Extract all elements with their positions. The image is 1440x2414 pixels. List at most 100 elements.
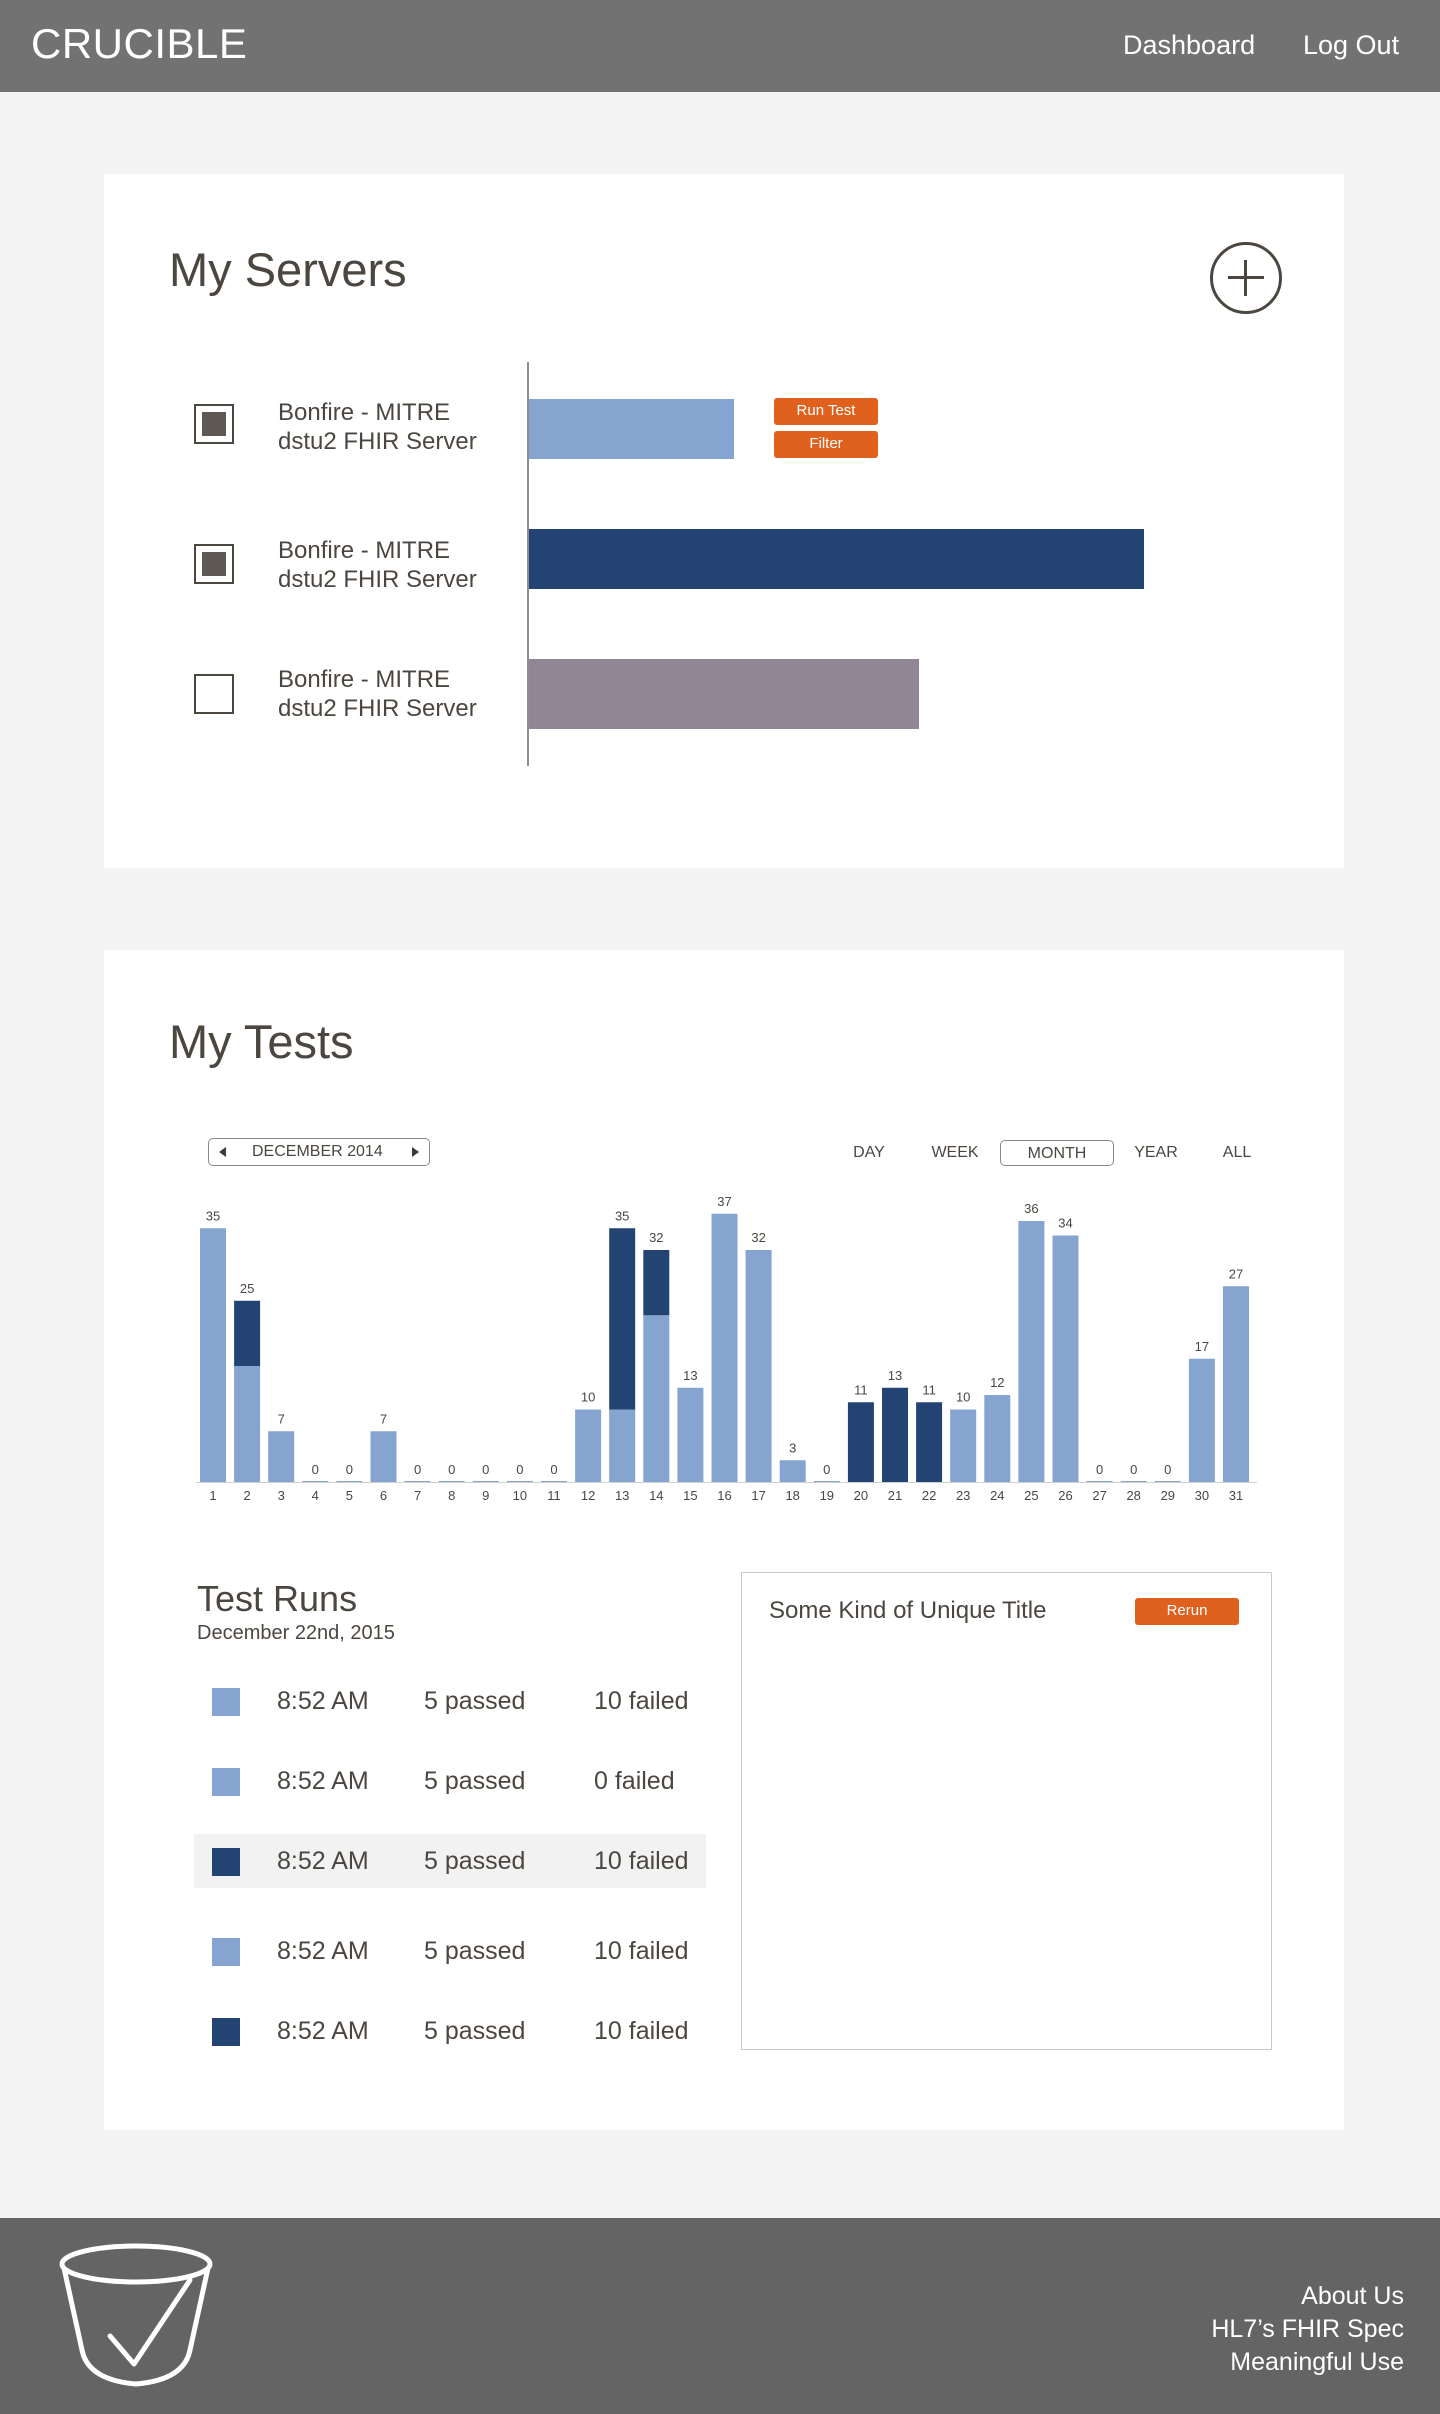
test-run-row[interactable]: 8:52 AM 5 passed 10 failed — [194, 1834, 706, 1888]
server-checkbox-2[interactable] — [194, 544, 234, 584]
run-detail-panel: Some Kind of Unique Title Rerun — [741, 1572, 1272, 2050]
chart-bar-day-15-series-1[interactable] — [677, 1387, 704, 1482]
server-subtitle: dstu2 FHIR Server — [278, 428, 477, 455]
chart-bar-day-23-series-1[interactable] — [950, 1409, 977, 1483]
chart-data-label: 27 — [1229, 1266, 1243, 1281]
daily-tests-chart: 3512527304057607080901001110123513321413… — [196, 1194, 1258, 1503]
chart-tick-label: 6 — [380, 1488, 387, 1503]
chart-data-label: 13 — [683, 1368, 697, 1383]
chart-bar-day-24-series-1[interactable] — [984, 1395, 1011, 1482]
chart-tick-label: 20 — [854, 1488, 868, 1503]
chart-bar-day-25-series-1[interactable] — [1018, 1221, 1045, 1482]
run-passed: 5 passed — [424, 1767, 526, 1795]
nav-dashboard-link[interactable]: Dashboard — [1123, 30, 1255, 61]
chart-tick-label: 14 — [649, 1488, 663, 1503]
chart-data-label: 0 — [823, 1462, 830, 1477]
chart-bar-day-12-series-1[interactable] — [575, 1409, 602, 1483]
test-run-row[interactable]: 8:52 AM 5 passed 10 failed — [194, 1674, 706, 1728]
chart-data-label: 0 — [482, 1462, 489, 1477]
server-subtitle: dstu2 FHIR Server — [278, 566, 477, 593]
run-status-swatch — [212, 2018, 240, 2046]
chart-bar-day-17-series-1[interactable] — [745, 1250, 772, 1482]
chart-data-label: 0 — [1164, 1462, 1171, 1477]
run-time: 8:52 AM — [277, 1687, 369, 1715]
chart-bar-day-6-series-1[interactable] — [370, 1431, 397, 1482]
chart-bar-day-30-series-1[interactable] — [1188, 1358, 1215, 1482]
server-checkbox-3[interactable] — [194, 674, 234, 714]
chart-data-label: 13 — [888, 1368, 902, 1383]
top-navbar: CRUCIBLE Dashboard Log Out — [0, 0, 1440, 92]
server-bar-2[interactable] — [529, 529, 1144, 589]
run-test-button[interactable]: Run Test — [774, 398, 878, 425]
chart-bar-day-2-series-1[interactable] — [234, 1366, 261, 1482]
chart-bar-day-21-series-2[interactable] — [882, 1387, 908, 1482]
chart-data-label: 0 — [1096, 1462, 1103, 1477]
crucible-check-icon[interactable] — [58, 2240, 214, 2390]
run-passed: 5 passed — [424, 1687, 526, 1715]
test-run-row[interactable]: 8:52 AM 5 passed 10 failed — [194, 2004, 706, 2058]
rerun-button[interactable]: Rerun — [1135, 1598, 1239, 1625]
chart-tick-label: 26 — [1058, 1488, 1072, 1503]
chart-bar-day-31-series-1[interactable] — [1223, 1286, 1249, 1482]
chart-bar-day-2-series-2[interactable] — [234, 1300, 261, 1366]
footer-meaningful-use-link[interactable]: Meaningful Use — [1230, 2348, 1404, 2377]
footer: About Us HL7’s FHIR Spec Meaningful Use — [0, 2218, 1440, 2414]
chart-data-label: 0 — [1130, 1462, 1137, 1477]
chart-bar-day-26-series-1[interactable] — [1052, 1235, 1079, 1483]
chart-tick-label: 7 — [414, 1488, 421, 1503]
server-name: Bonfire - MITRE — [278, 399, 451, 426]
chart-data-label: 32 — [649, 1230, 663, 1245]
chart-data-label: 34 — [1058, 1216, 1072, 1231]
chart-tick-label: 27 — [1092, 1488, 1106, 1503]
chart-bar-day-3-series-1[interactable] — [268, 1431, 295, 1482]
chart-bar-day-1-series-1[interactable] — [200, 1228, 226, 1482]
run-failed: 10 failed — [594, 2017, 689, 2045]
chart-tick-label: 25 — [1024, 1488, 1038, 1503]
chart-tick-label: 21 — [888, 1488, 902, 1503]
servers-card: My Servers Bonfire - MITRE dstu2 FHIR Se… — [104, 174, 1344, 868]
server-label-1: Bonfire - MITRE dstu2 FHIR Server — [278, 398, 518, 456]
chart-bar-day-18-series-1[interactable] — [779, 1460, 806, 1482]
chart-data-label: 17 — [1195, 1339, 1209, 1354]
brand-logo[interactable]: CRUCIBLE — [31, 20, 247, 68]
chart-data-label: 0 — [550, 1462, 557, 1477]
server-name: Bonfire - MITRE — [278, 537, 451, 564]
add-server-button[interactable] — [1210, 242, 1282, 314]
server-bar-3[interactable] — [529, 659, 919, 729]
chart-data-label: 7 — [278, 1411, 285, 1426]
chart-bar-day-16-series-1[interactable] — [711, 1213, 738, 1482]
chart-tick-label: 13 — [615, 1488, 629, 1503]
footer-fhir-spec-link[interactable]: HL7’s FHIR Spec — [1211, 2315, 1404, 2344]
test-run-row[interactable]: 8:52 AM 5 passed 0 failed — [194, 1754, 706, 1808]
chart-data-label: 11 — [922, 1382, 936, 1397]
server-name: Bonfire - MITRE — [278, 666, 451, 693]
chart-data-label: 11 — [854, 1382, 868, 1397]
chart-tick-label: 24 — [990, 1488, 1004, 1503]
run-status-swatch — [212, 1688, 240, 1716]
test-run-row[interactable]: 8:52 AM 5 passed 10 failed — [194, 1924, 706, 1978]
chart-bar-day-14-series-2[interactable] — [643, 1250, 670, 1316]
filter-button[interactable]: Filter — [774, 431, 878, 458]
chart-data-label: 10 — [581, 1390, 595, 1405]
chart-bar-day-13-series-2[interactable] — [609, 1228, 636, 1410]
chart-bar-day-20-series-2[interactable] — [847, 1402, 874, 1482]
nav-logout-link[interactable]: Log Out — [1303, 30, 1399, 61]
checkbox-checked-mark — [202, 412, 226, 436]
chart-tick-label: 2 — [243, 1488, 250, 1503]
server-checkbox-1[interactable] — [194, 404, 234, 444]
chart-tick-label: 17 — [751, 1488, 765, 1503]
run-detail-title: Some Kind of Unique Title — [769, 1597, 1047, 1624]
server-label-2: Bonfire - MITRE dstu2 FHIR Server — [278, 536, 518, 594]
server-bar-1[interactable] — [529, 399, 734, 459]
chart-bar-day-13-series-1[interactable] — [609, 1409, 636, 1483]
chart-data-label: 35 — [615, 1208, 629, 1223]
chart-data-label: 10 — [956, 1390, 970, 1405]
run-status-swatch — [212, 1848, 240, 1876]
chart-data-label: 0 — [448, 1462, 455, 1477]
run-time: 8:52 AM — [277, 1767, 369, 1795]
chart-tick-label: 30 — [1195, 1488, 1209, 1503]
chart-bar-day-22-series-2[interactable] — [916, 1402, 943, 1482]
footer-about-link[interactable]: About Us — [1301, 2282, 1404, 2311]
test-runs-date: December 22nd, 2015 — [197, 1622, 395, 1644]
chart-bar-day-14-series-1[interactable] — [643, 1315, 670, 1482]
